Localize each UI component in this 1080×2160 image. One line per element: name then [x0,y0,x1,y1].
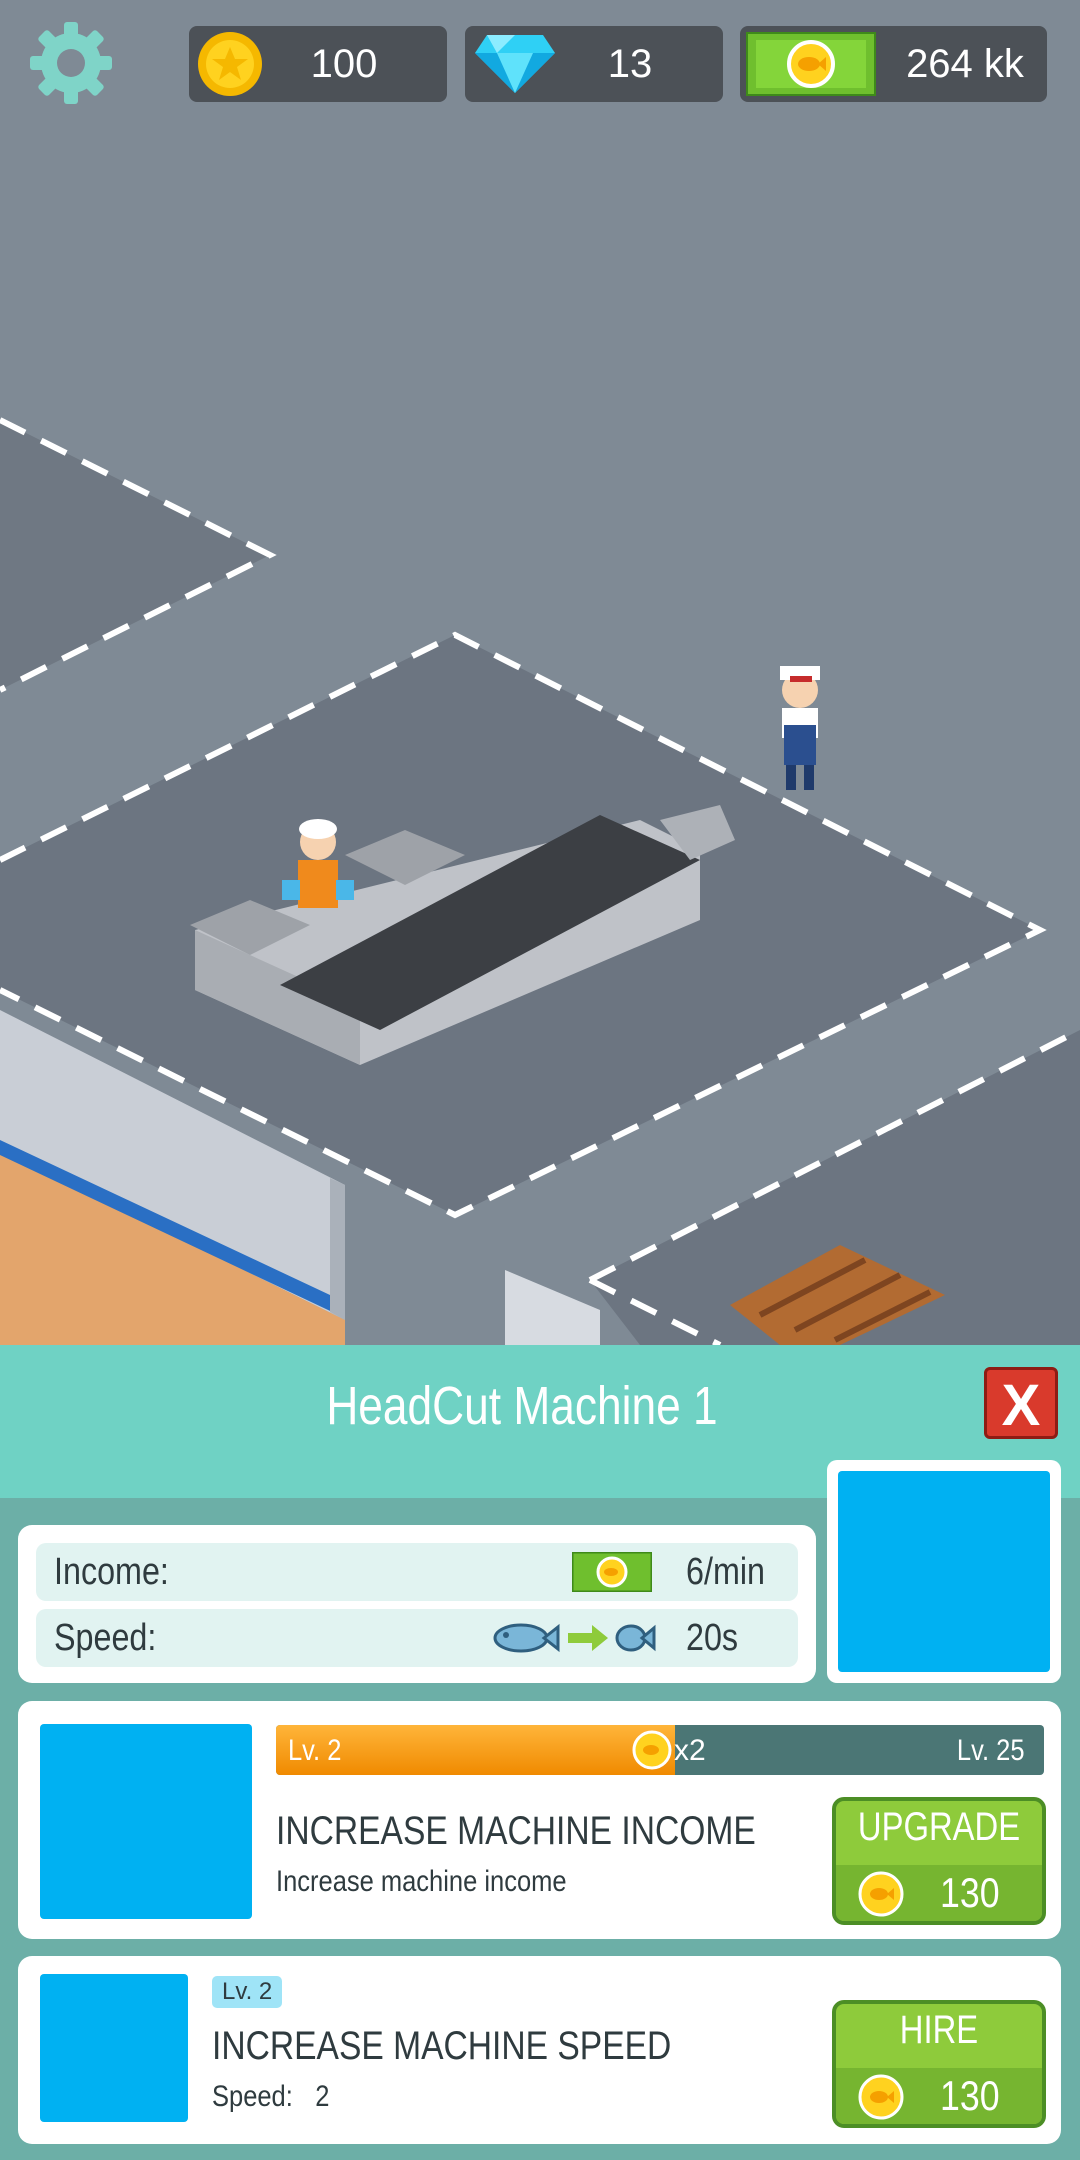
coin-icon [198,32,262,96]
coin-icon [858,1871,904,1917]
upgrade-income-title: INCREASE MACHINE INCOME [276,1809,756,1853]
fish-to-fish-icon [493,1623,656,1653]
income-value: 6/min [686,1551,765,1593]
upgrade-price: 130 [940,1869,1000,1916]
hire-button[interactable]: HIRE 130 [832,2000,1046,2128]
upgrade-income-card: Lv. 2 x2 Lv. 25 INCREASE MACHINE INCOME … [18,1701,1061,1939]
machine-preview-image [838,1471,1050,1672]
upgrade-speed-title: INCREASE MACHINE SPEED [212,2024,672,2068]
level-multiplier: x2 [674,1734,706,1767]
gem-value: 13 [607,42,653,86]
cash-value: 264 kk [906,42,1024,86]
speed-detail-label: Speed: [212,2080,293,2113]
upgrade-speed-image [40,1974,188,2122]
upgrade-speed-card: Lv. 2 INCREASE MACHINE SPEED Speed: 2 HI… [18,1956,1061,2144]
machine-panel: HeadCut Machine 1 X Income: 6/min Speed: [0,1345,1080,2160]
income-label: Income: [54,1551,169,1593]
upgrade-button[interactable]: UPGRADE 130 [832,1797,1046,1925]
level-progress-bar: Lv. 2 x2 Lv. 25 [276,1725,1044,1775]
gem-counter: 13 [465,26,723,102]
machine-preview-card [827,1460,1061,1683]
cash-bill-icon [572,1552,652,1592]
speed-label: Speed: [54,1617,157,1659]
coin-icon [632,1730,672,1770]
cash-bill-icon [746,32,876,96]
panel-title: HeadCut Machine 1 [326,1376,718,1436]
speed-detail: Speed: 2 [212,2080,329,2114]
income-row: Income: 6/min [36,1543,798,1601]
coin-value: 100 [310,42,378,86]
coin-counter: 100 [189,26,447,102]
gear-icon [30,22,112,104]
speed-value: 20s [686,1617,739,1659]
settings-button[interactable] [26,18,116,108]
close-button[interactable]: X [984,1367,1058,1439]
hire-button-label: HIRE [899,2008,979,2052]
speed-row: Speed: 20s [36,1609,798,1667]
cash-counter: 264 kk [740,26,1047,102]
upgrade-income-description: Increase machine income [276,1865,567,1898]
upgrade-button-label: UPGRADE [857,1805,1021,1849]
hire-price: 130 [940,2072,1000,2119]
level-badge: Lv. 2 [212,1976,283,2008]
speed-detail-value: 2 [315,2080,330,2113]
upgrade-income-image [40,1724,252,1919]
level-max: Lv. 25 [956,1734,1024,1767]
diamond-icon [475,35,555,93]
stats-card: Income: 6/min Speed: 20s [18,1525,816,1683]
factory-scene[interactable] [0,0,1080,1345]
level-current: Lv. 2 [288,1734,342,1767]
coin-icon [858,2074,904,2120]
